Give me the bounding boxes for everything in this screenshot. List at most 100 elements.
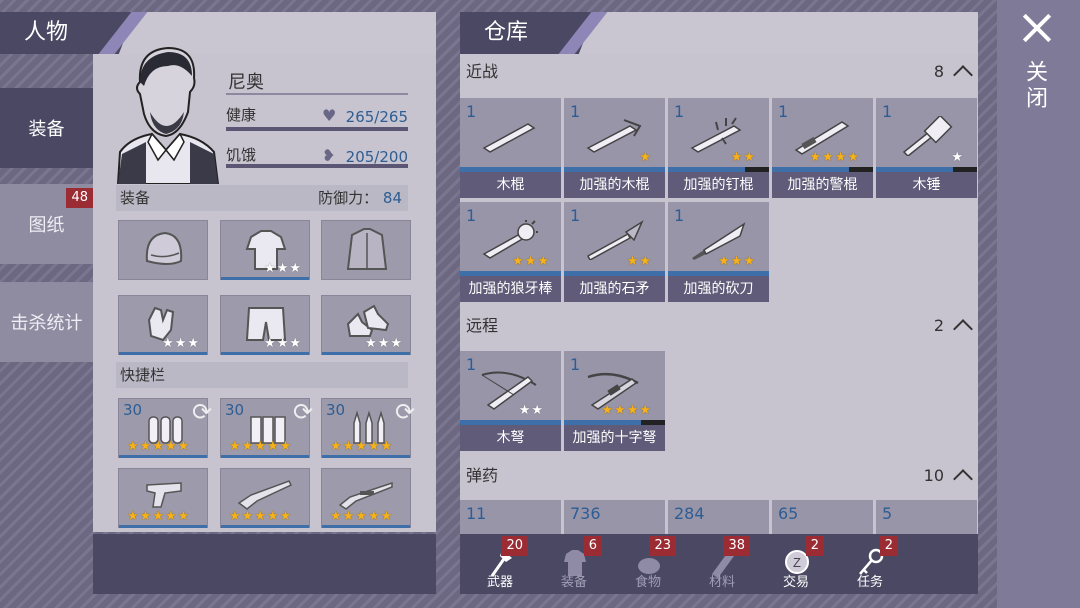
gloves-slot[interactable]: ★ ★ ★ xyxy=(118,295,208,355)
quickbar-label: 快捷栏 xyxy=(120,366,166,384)
item-quantity: 1 xyxy=(466,355,477,374)
character-panel: 人物 装备 图纸 48 击杀统计 尼奥 健康 ♥ 265/265 饥饿 ❥ 20… xyxy=(0,12,436,594)
hunger-label: 饥饿 xyxy=(226,146,257,164)
close-label[interactable]: 关闭 xyxy=(1022,60,1050,112)
item-label: 木弩 xyxy=(460,425,561,451)
category-melee[interactable]: 近战 8 xyxy=(460,58,978,86)
tab-tasks[interactable]: 2 任务 xyxy=(834,534,906,594)
item-slot[interactable]: 1 ★ ★ ★ ★ 加强的警棍 xyxy=(772,98,873,198)
item-quantity: 1 xyxy=(674,206,685,225)
item-quantity: 1 xyxy=(570,102,581,121)
slot-underline xyxy=(221,277,309,280)
chevron-up-icon xyxy=(953,65,973,85)
tab-label: 装备 xyxy=(28,119,65,140)
tab-weapons[interactable]: 20 武器 xyxy=(464,534,536,594)
tab-equipment[interactable]: 装备 xyxy=(0,88,93,168)
slot-underline xyxy=(221,455,309,458)
category-label: 近战 xyxy=(466,62,499,81)
star-rating: ★ ★ ★ xyxy=(162,336,199,351)
tab-blueprints[interactable]: 图纸 48 xyxy=(0,184,93,264)
item-quantity: 5 xyxy=(882,504,893,523)
count-badge: 20 xyxy=(501,536,528,556)
slot-underline xyxy=(322,455,410,458)
mallet-icon xyxy=(902,116,953,156)
swap-icon[interactable]: ⟳ xyxy=(289,398,317,426)
helmet-slot[interactable] xyxy=(118,220,208,280)
storage-panel: 仓库 近战 8 1 木棍 1 ★ 加强的木棍 1 ★ ★ 加强的钉棍 1 ★ ★… xyxy=(460,12,978,594)
ammo-slot[interactable]: 284 xyxy=(668,500,769,534)
star-rating: ★ ★ ★ xyxy=(264,261,301,276)
slot-underline xyxy=(119,352,207,355)
character-footer xyxy=(93,534,436,594)
jacket-icon xyxy=(346,228,388,270)
item-quantity: 1 xyxy=(674,102,685,121)
heart-icon: ♥ xyxy=(322,106,337,125)
shorts-slot[interactable]: ★ ★ ★ xyxy=(220,295,310,355)
revolver-icon xyxy=(146,482,182,508)
reinforced-stick-icon xyxy=(586,119,642,153)
item-slot[interactable]: 1 ★ ★ 加强的钉棍 xyxy=(668,98,769,198)
item-label: 加强的木棍 xyxy=(564,172,665,198)
item-slot[interactable]: 1 ★ ★ ★ 加强的狼牙棒 xyxy=(460,202,561,302)
equipment-header: 装备 防御力： 84 xyxy=(116,185,408,211)
swap-icon[interactable]: ⟳ xyxy=(391,398,419,426)
count-badge: 38 xyxy=(723,536,750,556)
ammo-slot[interactable]: 736 xyxy=(564,500,665,534)
ammo-slot[interactable]: 5 xyxy=(876,500,977,534)
item-quantity: 1 xyxy=(466,102,477,121)
defense-value: 84 xyxy=(382,189,402,207)
health-value: 265/265 xyxy=(345,108,408,126)
item-slot[interactable]: 1 ★ ★ ★ 加强的砍刀 xyxy=(668,202,769,302)
slot-underline xyxy=(221,352,309,355)
tab-trade[interactable]: Z 2 交易 xyxy=(760,534,832,594)
item-slot[interactable]: 1 ★ 加强的木棍 xyxy=(564,98,665,198)
tab-label: 食物 xyxy=(634,575,661,590)
tab-label: 武器 xyxy=(486,575,513,590)
svg-text:Z: Z xyxy=(793,555,801,570)
shoes-slot[interactable]: ★ ★ ★ xyxy=(321,295,411,355)
ammo-slot[interactable]: 11 xyxy=(460,500,561,534)
category-count: 2 xyxy=(933,316,944,335)
tab-equipment[interactable]: 6 装备 xyxy=(538,534,610,594)
item-slot[interactable]: 1 ★ ★ 加强的石矛 xyxy=(564,202,665,302)
item-slot[interactable]: 1 木棍 xyxy=(460,98,561,198)
item-quantity: 1 xyxy=(570,206,581,225)
star-rating: ★ ★ ★ xyxy=(718,254,755,269)
close-icon[interactable] xyxy=(1021,12,1053,44)
tab-label: 材料 xyxy=(708,575,735,590)
tab-label: 图纸 xyxy=(28,215,65,236)
jacket-slot[interactable] xyxy=(321,220,411,280)
tab-label: 任务 xyxy=(856,575,883,590)
item-slot[interactable]: 1 ★ ★ ★ ★ 加强的十字弩 xyxy=(564,351,665,451)
category-ammo[interactable]: 弹药 10 xyxy=(460,462,978,490)
star-rating: ★ ★ ★ ★ ★ xyxy=(127,509,190,524)
quickbar-slot-4[interactable]: ★ ★ ★ ★ ★ xyxy=(118,468,208,528)
close-column[interactable]: 关闭 xyxy=(997,0,1080,608)
item-quantity: 736 xyxy=(570,504,601,523)
star-rating: ★ ★ ★ ★ ★ xyxy=(127,439,190,454)
count-badge: 2 xyxy=(805,536,824,556)
equipment-label: 装备 xyxy=(120,189,151,207)
item-quantity: 1 xyxy=(466,206,477,225)
category-ranged[interactable]: 远程 2 xyxy=(460,312,978,340)
defense-stat: 防御力： 84 xyxy=(318,185,402,211)
storage-body: 近战 8 1 木棍 1 ★ 加强的木棍 1 ★ ★ 加强的钉棍 1 ★ ★ ★ … xyxy=(460,54,978,534)
item-slot[interactable]: 1 ★ ★ 木弩 xyxy=(460,351,561,451)
quickbar-slot-6[interactable]: ★ ★ ★ ★ ★ xyxy=(321,468,411,528)
item-slot[interactable]: 1 ★ 木锤 xyxy=(876,98,977,198)
tab-materials[interactable]: 38 材料 xyxy=(686,534,758,594)
storage-category-bar: 20 武器 6 装备 23 食物 38 材料 Z 2 交易 2 任务 xyxy=(460,534,978,594)
tab-kill-stats[interactable]: 击杀统计 xyxy=(0,282,93,362)
quickbar-slot-5[interactable]: ★ ★ ★ ★ ★ xyxy=(220,468,310,528)
ammo-slot[interactable]: 65 xyxy=(772,500,873,534)
item-quantity: 284 xyxy=(674,504,705,523)
character-name: 尼奥 xyxy=(228,72,264,93)
swap-icon[interactable]: ⟳ xyxy=(188,398,216,426)
star-rating: ★ ★ xyxy=(626,254,651,269)
star-rating: ★ ★ ★ xyxy=(264,336,301,351)
stomach-icon: ❥ xyxy=(322,146,336,165)
count-badge: 6 xyxy=(583,536,602,556)
slot-quantity: 30 xyxy=(225,401,245,419)
tab-food[interactable]: 23 食物 xyxy=(612,534,684,594)
shirt-slot[interactable]: ★ ★ ★ xyxy=(220,220,310,280)
